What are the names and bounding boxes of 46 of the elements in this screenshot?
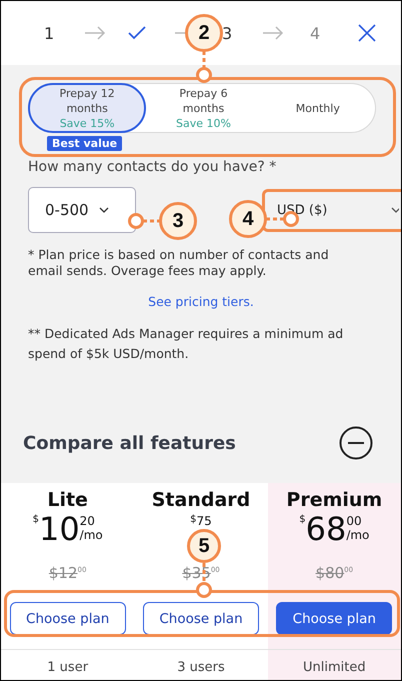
old-price: $12	[48, 564, 78, 582]
price-period: /mo	[80, 528, 103, 542]
step-number: 3	[222, 24, 232, 42]
user-count: 1 user	[1, 649, 134, 675]
price-amount: 68	[306, 511, 346, 547]
arrow-icon	[84, 26, 106, 40]
price-cents: 00	[346, 514, 363, 528]
section-heading: Compare all features	[23, 432, 236, 454]
price-cents: 75	[196, 514, 212, 528]
step-number: 1	[44, 24, 54, 42]
close-icon[interactable]	[358, 24, 376, 42]
old-price-cents: 00	[210, 566, 220, 574]
plan-name: Premium	[286, 489, 382, 511]
plan-name: Lite	[47, 489, 88, 511]
choose-plan-button[interactable]: Choose plan	[142, 602, 259, 635]
contacts-dropdown[interactable]: 0-500	[28, 187, 136, 233]
old-price: $80	[316, 564, 344, 582]
billing-option[interactable]: Prepay 6 months Save 10%	[146, 84, 261, 132]
callout-number: 2	[185, 14, 223, 52]
chevron-down-icon	[391, 207, 399, 213]
collapse-icon[interactable]	[339, 426, 373, 460]
arrow-icon	[262, 26, 284, 40]
pricing-tiers-link[interactable]: See pricing tiers.	[148, 294, 254, 309]
choose-plan-button[interactable]: Choose plan	[10, 602, 126, 635]
chevron-down-icon	[98, 207, 109, 213]
price-period: /mo	[346, 528, 370, 542]
price-amount: 10	[38, 511, 80, 547]
old-price-cents: 00	[78, 566, 86, 574]
pricing-note: * Plan price is based on number of contacts and email sends. Overage fees may apply.	[28, 247, 330, 279]
ads-manager-note: ** Dedicated Ads Manager requires a minimum ad spend of $5k USD/month.	[28, 325, 344, 363]
callout-number: 5	[187, 529, 221, 563]
user-count: Unlimited	[268, 649, 401, 675]
user-count: 3 users	[134, 649, 268, 675]
currency-symbol: $	[299, 514, 306, 525]
currency-symbol: $	[190, 514, 197, 525]
currency-symbol: $	[32, 514, 39, 525]
check-icon	[128, 26, 146, 40]
old-price-cents: 00	[344, 566, 354, 574]
billing-option[interactable]: Monthly	[260, 84, 375, 132]
choose-plan-button[interactable]: Choose plan	[276, 602, 392, 635]
best-value-badge: Best value	[47, 136, 122, 151]
billing-option[interactable]: Prepay 12 months Save 15%	[28, 83, 146, 133]
plan-name: Standard	[152, 489, 250, 511]
step-number: 4	[310, 24, 320, 42]
price-cents: 20	[80, 514, 96, 528]
question-label: How many contacts do you have? *	[28, 159, 278, 175]
